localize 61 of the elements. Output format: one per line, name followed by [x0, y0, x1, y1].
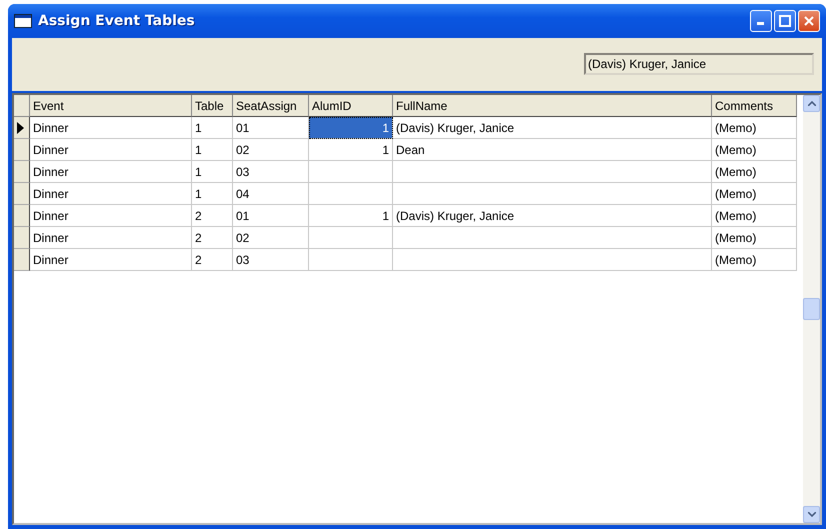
row-header[interactable]	[14, 227, 30, 249]
table-cell: Dinner	[30, 249, 192, 271]
table-cell: (Memo)	[712, 117, 797, 139]
close-button[interactable]	[798, 10, 820, 32]
row-header[interactable]	[14, 161, 30, 183]
window-icon	[14, 14, 32, 28]
table-cell: 01	[233, 205, 309, 227]
scroll-up-button[interactable]	[803, 95, 820, 112]
column-header[interactable]: FullName	[393, 95, 712, 117]
current-row-icon	[17, 122, 24, 134]
table-cell: 1	[309, 205, 393, 227]
vertical-scrollbar[interactable]	[803, 95, 820, 523]
table-cell: Dinner	[30, 183, 192, 205]
column-header[interactable]: Table	[192, 95, 233, 117]
table-cell: Dinner	[30, 161, 192, 183]
table-cell: 1	[192, 117, 233, 139]
table-cell: Dinner	[30, 227, 192, 249]
table-cell: 1	[192, 161, 233, 183]
row-header[interactable]	[14, 249, 30, 271]
table-cell: (Memo)	[712, 249, 797, 271]
row-header[interactable]	[14, 117, 30, 139]
scroll-down-button[interactable]	[803, 506, 820, 523]
table-cell: Dinner	[30, 205, 192, 227]
table-cell: (Memo)	[712, 183, 797, 205]
table-cell: Dinner	[30, 117, 192, 139]
scroll-thumb[interactable]	[803, 298, 820, 320]
table-cell: Dean	[393, 139, 712, 161]
table-cell: (Memo)	[712, 205, 797, 227]
table-cell: 1	[192, 183, 233, 205]
row-header[interactable]	[14, 183, 30, 205]
table-cell: 1	[192, 139, 233, 161]
window-title: Assign Event Tables	[38, 13, 196, 29]
table-cell: 2	[192, 205, 233, 227]
table-cell: 1	[309, 139, 393, 161]
name-field[interactable]: (Davis) Kruger, Janice	[584, 52, 814, 74]
minimize-button[interactable]	[750, 10, 772, 32]
table-cell: 03	[233, 249, 309, 271]
table-cell: 2	[192, 249, 233, 271]
table-cell: 02	[233, 227, 309, 249]
table-cell: 01	[233, 117, 309, 139]
table-cell: 03	[233, 161, 309, 183]
table-cell: (Davis) Kruger, Janice	[393, 205, 712, 227]
table-cell: (Memo)	[712, 161, 797, 183]
table-cell: 2	[192, 227, 233, 249]
table-cell: (Memo)	[712, 139, 797, 161]
close-icon	[803, 15, 815, 27]
row-header[interactable]	[14, 205, 30, 227]
table-cell: 02	[233, 139, 309, 161]
table-cell: Dinner	[30, 139, 192, 161]
table-cell: 04	[233, 183, 309, 205]
row-header[interactable]	[14, 139, 30, 161]
corner-header	[14, 95, 30, 117]
column-header[interactable]: Comments	[712, 95, 797, 117]
column-header[interactable]: AlumID	[309, 95, 393, 117]
column-header[interactable]: SeatAssign	[233, 95, 309, 117]
column-header[interactable]: Event	[30, 95, 192, 117]
table-cell: 1	[309, 117, 393, 139]
table-cell: (Davis) Kruger, Janice	[393, 117, 712, 139]
maximize-button[interactable]	[774, 10, 796, 32]
table-cell: (Memo)	[712, 227, 797, 249]
maximize-icon	[779, 15, 791, 27]
